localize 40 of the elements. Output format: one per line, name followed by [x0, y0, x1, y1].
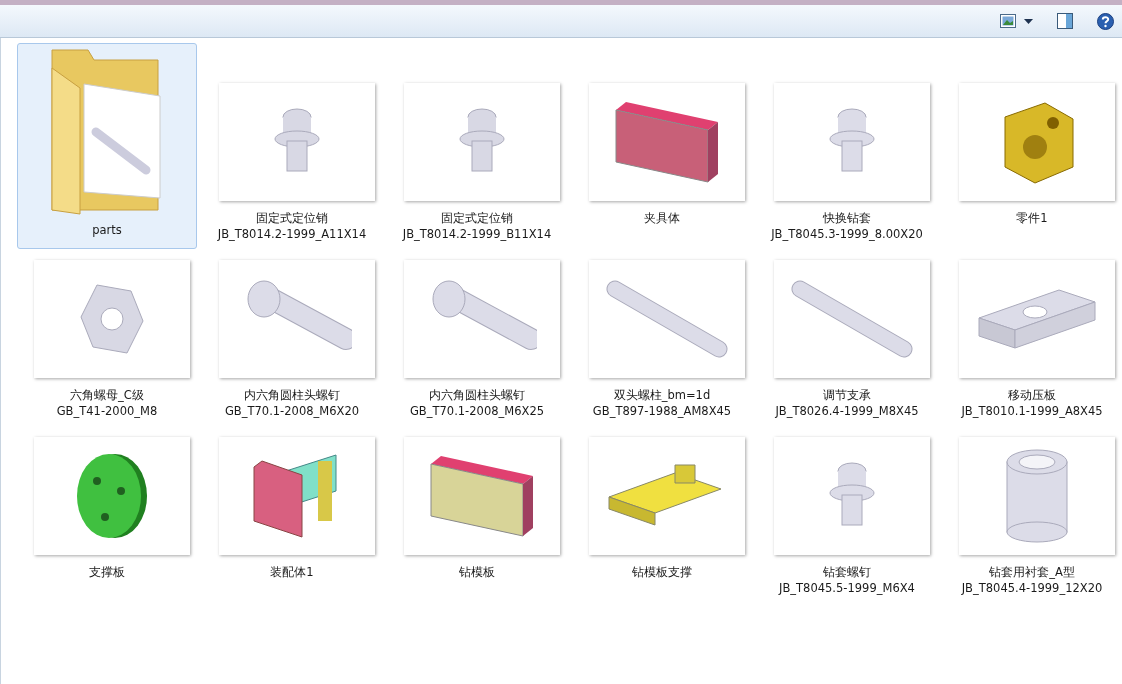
file-name: 钻模板支撑	[632, 564, 692, 581]
file-name: 双头螺柱_bm=1d GB_T897-1988_AM8X45	[592, 387, 732, 420]
file-item[interactable]: 固定式定位销 JB_T8014.2-1999_B11X14	[387, 78, 567, 249]
file-name: 零件1	[1016, 210, 1048, 227]
file-item[interactable]: 钻套螺钉 JB_T8045.5-1999_M6X4	[757, 432, 937, 603]
file-name: 钻模板	[459, 564, 495, 581]
file-item[interactable]: 快换钻套 JB_T8045.3-1999_8.00X20	[757, 78, 937, 249]
file-item[interactable]: 零件1	[942, 78, 1122, 249]
file-name: 调节支承 JB_T8026.4-1999_M8X45	[775, 387, 919, 420]
file-item[interactable]: 双头螺柱_bm=1d GB_T897-1988_AM8X45	[572, 255, 752, 426]
file-name: 内六角圆柱头螺钉 GB_T70.1-2008_M6X25	[409, 387, 545, 420]
file-name: 内六角圆柱头螺钉 GB_T70.1-2008_M6X20	[224, 387, 360, 420]
caret-icon[interactable]	[1024, 18, 1033, 24]
file-item[interactable]: 钻模板	[387, 432, 567, 603]
file-item[interactable]: 钻模板支撑	[572, 432, 752, 603]
file-name: 固定式定位销 JB_T8014.2-1999_A11X14	[217, 210, 367, 243]
help-icon[interactable]	[1097, 12, 1114, 30]
file-item[interactable]: 支撑板	[17, 432, 197, 603]
file-name: 装配体1	[270, 564, 314, 581]
file-item[interactable]: 调节支承 JB_T8026.4-1999_M8X45	[757, 255, 937, 426]
file-item[interactable]: 内六角圆柱头螺钉 GB_T70.1-2008_M6X20	[202, 255, 382, 426]
file-name: 固定式定位销 JB_T8014.2-1999_B11X14	[402, 210, 552, 243]
file-item[interactable]: 移动压板 JB_T8010.1-1999_A8X45	[942, 255, 1122, 426]
file-name: 六角螺母_C级 GB_T41-2000_M8	[56, 387, 158, 420]
preview-pane-icon[interactable]	[1057, 13, 1073, 29]
file-name: parts	[92, 222, 122, 239]
file-name: 支撑板	[89, 564, 125, 581]
folder-item[interactable]: parts	[17, 43, 197, 249]
file-item[interactable]: 固定式定位销 JB_T8014.2-1999_A11X14	[202, 78, 382, 249]
file-item[interactable]: 钻套用衬套_A型 JB_T8045.4-1999_12X20	[942, 432, 1122, 603]
view-icon[interactable]	[1000, 14, 1016, 28]
file-name: 夹具体	[644, 210, 680, 227]
file-item[interactable]: 夹具体	[572, 78, 752, 249]
file-name: 移动压板 JB_T8010.1-1999_A8X45	[961, 387, 1103, 420]
file-item[interactable]: 装配体1	[202, 432, 382, 603]
file-item[interactable]: 内六角圆柱头螺钉 GB_T70.1-2008_M6X25	[387, 255, 567, 426]
file-item[interactable]: 六角螺母_C级 GB_T41-2000_M8	[17, 255, 197, 426]
file-name: 快换钻套 JB_T8045.3-1999_8.00X20	[771, 210, 923, 243]
file-name: 钻套螺钉 JB_T8045.5-1999_M6X4	[779, 564, 915, 597]
file-name: 钻套用衬套_A型 JB_T8045.4-1999_12X20	[961, 564, 1103, 597]
